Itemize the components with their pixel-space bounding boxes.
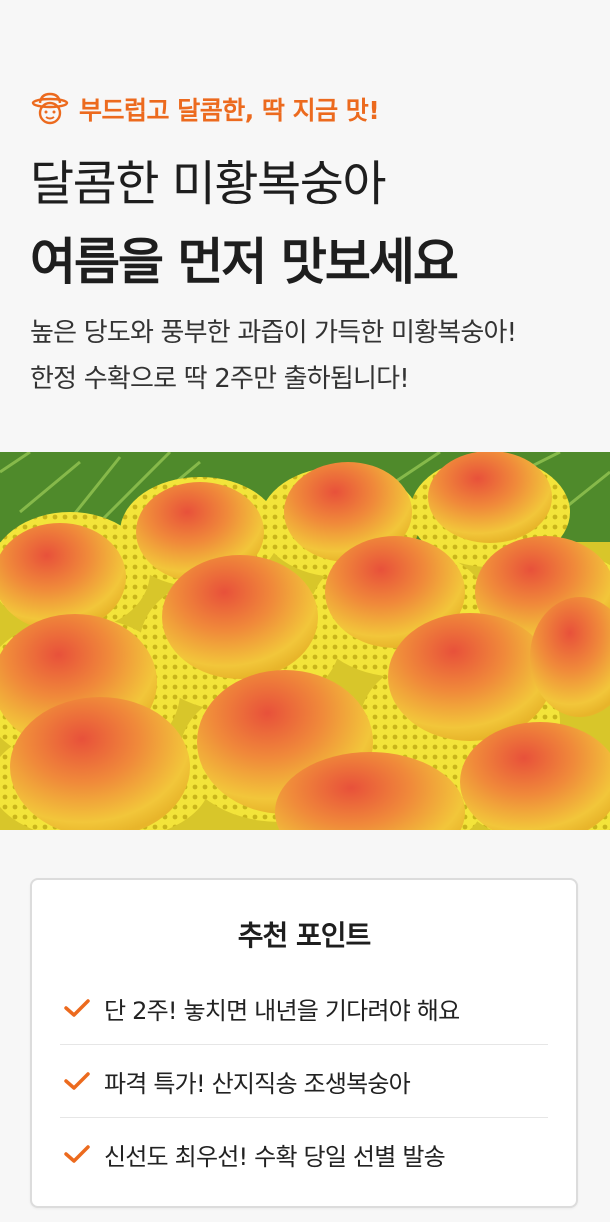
description: 높은 당도와 풍부한 과즙이 가득한 미황복숭아! 한정 수확으로 딱 2주만 … bbox=[30, 310, 517, 402]
title-line-2: 여름을 먼저 맛보세요 bbox=[30, 233, 459, 291]
list-item: 신선도 최우선! 수확 당일 선별 발송 bbox=[60, 1118, 548, 1190]
list-item-text: 단 2주! 놓치면 내년을 기다려야 해요 bbox=[104, 996, 460, 1025]
list-item-text: 파격 특가! 산지직송 조생복숭아 bbox=[104, 1069, 411, 1098]
tagline-text: 부드럽고 달콤한, 딱 지금 맛! bbox=[79, 96, 380, 125]
recommend-card: 추천 포인트 단 2주! 놓치면 내년을 기다려야 해요 파격 특가! 산지직송… bbox=[30, 878, 578, 1208]
list-item: 단 2주! 놓치면 내년을 기다려야 해요 bbox=[60, 972, 548, 1045]
list-item-text: 신선도 최우선! 수확 당일 선별 발송 bbox=[104, 1142, 446, 1171]
description-line-2: 한정 수확으로 딱 2주만 출하됩니다! bbox=[30, 364, 410, 394]
title-line-1: 달콤한 미황복숭아 bbox=[30, 156, 387, 212]
recommend-title: 추천 포인트 bbox=[237, 919, 372, 952]
farmer-icon bbox=[31, 90, 69, 128]
check-icon bbox=[64, 1145, 90, 1163]
check-icon bbox=[64, 1072, 90, 1090]
list-item: 파격 특가! 산지직송 조생복숭아 bbox=[60, 1045, 548, 1118]
recommend-list: 단 2주! 놓치면 내년을 기다려야 해요 파격 특가! 산지직송 조생복숭아 … bbox=[32, 972, 576, 1190]
peach-photo bbox=[0, 452, 610, 830]
description-line-1: 높은 당도와 풍부한 과즙이 가득한 미황복숭아! bbox=[30, 318, 517, 348]
check-icon bbox=[64, 999, 90, 1017]
tagline: 부드럽고 달콤한, 딱 지금 맛! bbox=[31, 90, 380, 128]
header-section: 부드럽고 달콤한, 딱 지금 맛! 달콤한 미황복숭아 여름을 먼저 맛보세요 … bbox=[0, 0, 610, 452]
